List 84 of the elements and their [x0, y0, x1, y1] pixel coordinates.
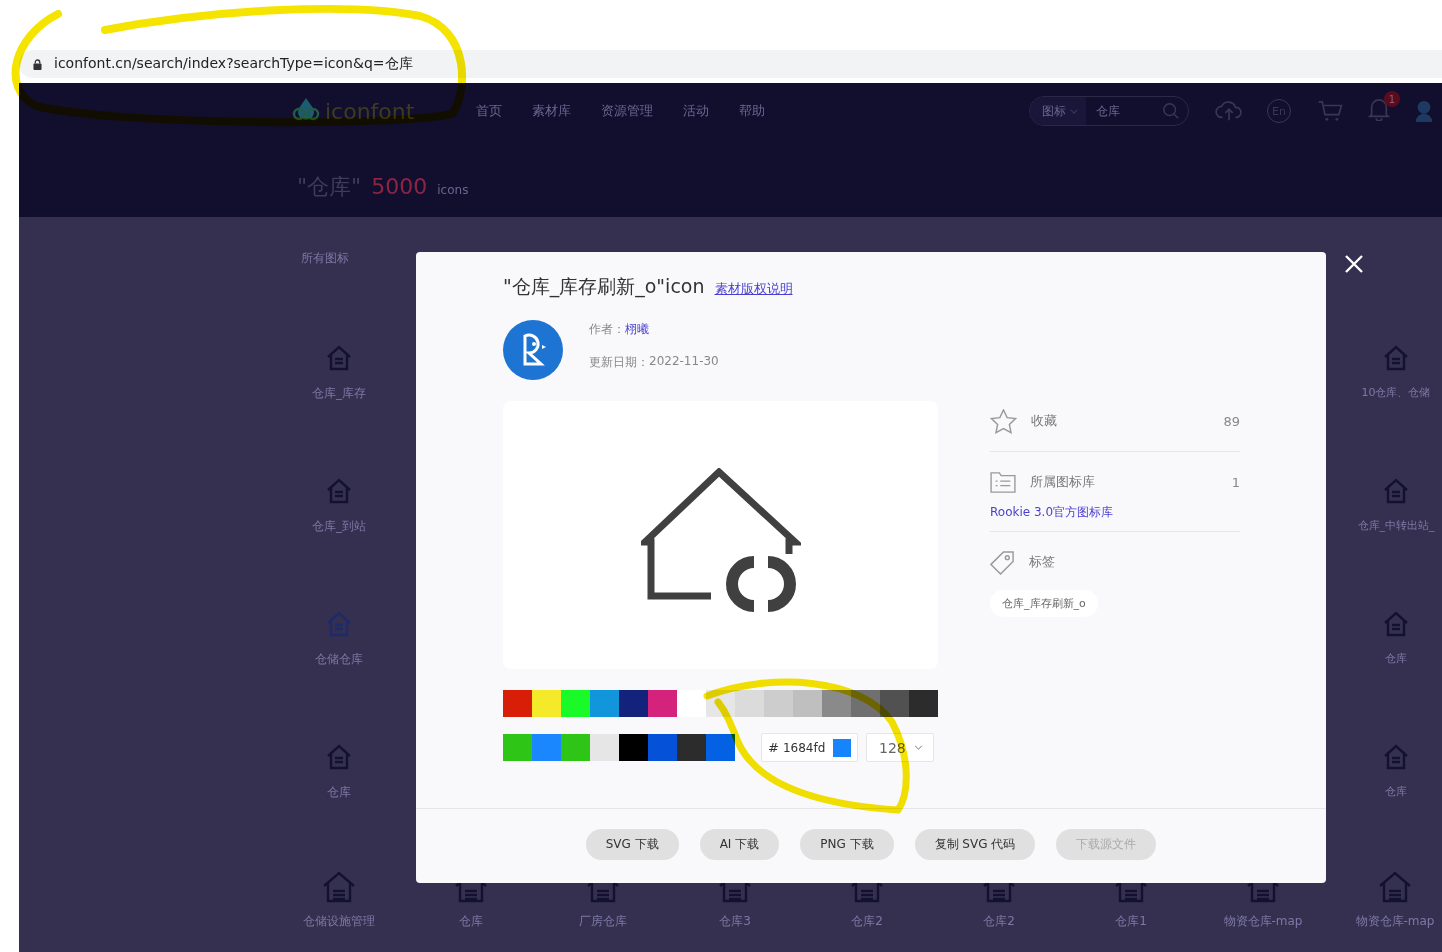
icon-label: 仓库2 [983, 913, 1015, 930]
icon-label: 仓库 [1385, 651, 1407, 666]
download-button[interactable]: 复制 SVG 代码 [914, 829, 1036, 860]
nav-link[interactable]: 帮助 [739, 102, 766, 120]
icon-label: 仓库1 [1115, 913, 1147, 930]
star-icon[interactable] [990, 408, 1017, 434]
color-swatch[interactable] [706, 734, 735, 761]
address-bar[interactable]: iconfont.cn/search/index?searchType=icon&q=仓库 [19, 50, 1442, 78]
color-swatch[interactable] [677, 690, 706, 717]
chevron-icon [1070, 108, 1078, 114]
nav-link[interactable]: 素材库 [532, 102, 572, 120]
icon-label: 仓库2 [851, 913, 883, 930]
author-label: 作者： [589, 321, 625, 338]
nav-link[interactable]: 资源管理 [601, 102, 654, 120]
download-button[interactable]: SVG 下载 [585, 829, 679, 860]
current-color[interactable] [833, 738, 851, 757]
download-button[interactable]: PNG 下载 [800, 829, 894, 860]
hash-sign: # [768, 740, 779, 755]
update-date: 2022-11-30 [649, 354, 719, 370]
color-swatch[interactable] [677, 734, 706, 761]
stat-count: 1 [1231, 474, 1240, 490]
tag-icon [990, 549, 1015, 575]
icon-label: 厂房仓库 [579, 913, 627, 930]
color-swatch[interactable] [561, 734, 590, 761]
icon-label: 仓库_到站 [312, 518, 366, 535]
icon-label: 仓库 [327, 784, 351, 801]
color-swatch[interactable] [619, 734, 648, 761]
nav-link[interactable]: 活动 [683, 102, 710, 120]
search-value: 仓库 [1095, 102, 1121, 120]
color-swatch[interactable] [648, 734, 677, 761]
search-icon[interactable] [1162, 102, 1180, 120]
color-swatch[interactable] [793, 690, 822, 717]
result-count: 5000 [371, 174, 428, 199]
tag-chip[interactable]: 仓库_库存刷新_o [990, 590, 1098, 617]
download-button[interactable]: AI 下载 [699, 829, 780, 860]
chevron-icon [914, 745, 923, 750]
result-unit: icons [437, 183, 469, 197]
color-swatch[interactable] [503, 690, 532, 717]
stat-count: 89 [1223, 413, 1240, 429]
icon-label: 10仓库、仓储 [1361, 385, 1431, 400]
color-swatch[interactable] [503, 734, 532, 761]
icon-label: 仓库_库存 [312, 385, 366, 402]
bird-logo-icon [503, 320, 563, 380]
color-swatch[interactable] [561, 690, 590, 717]
color-value: 1684fd [782, 740, 827, 755]
author-link[interactable]: 栩曦 [625, 321, 649, 338]
color-swatch[interactable] [590, 734, 619, 761]
color-swatch[interactable] [735, 690, 764, 717]
avatar-icon[interactable] [1414, 99, 1434, 123]
stat-label: 标签 [1029, 553, 1056, 571]
color-swatch[interactable] [909, 690, 938, 717]
stat-label: 所属图标库 [1030, 473, 1096, 491]
color-swatch[interactable] [532, 690, 561, 717]
color-swatch[interactable] [822, 690, 851, 717]
nav-link[interactable]: 首页 [476, 102, 503, 120]
icon-label: 仓库 [1385, 784, 1407, 799]
url-text: iconfont.cn/search/index?searchType=icon&q=仓库 [54, 55, 413, 73]
color-swatch[interactable] [619, 690, 648, 717]
color-swatch[interactable] [532, 734, 561, 761]
notification-badge: 1 [1384, 91, 1400, 107]
stat-label: 收藏 [1031, 412, 1058, 430]
icon-label: 仓库_中转出站_ [1357, 518, 1435, 533]
icon-filter-select[interactable]: 所有图标 [301, 251, 349, 265]
library-link[interactable]: Rookie 3.0官方图标库 [990, 504, 1240, 521]
folder-list-icon [990, 471, 1016, 493]
dialog-title: "仓库_库存刷新_o"icon [503, 274, 705, 300]
date-label: 更新日期： [589, 354, 649, 371]
lock-icon [33, 58, 42, 70]
icon-label: 仓储设施管理 [303, 913, 375, 930]
cart-icon[interactable] [1317, 100, 1344, 122]
copyright-link[interactable]: 素材版权说明 [714, 280, 793, 298]
search-type-select[interactable]: 图标 [1030, 97, 1086, 125]
cloud-upload-icon[interactable] [1215, 100, 1243, 122]
close-icon[interactable] [1344, 254, 1364, 274]
icon-label: 物资仓库-map [1355, 913, 1435, 930]
icon-label: 仓库 [459, 913, 483, 930]
color-swatch[interactable] [764, 690, 793, 717]
icon-label: 物资仓库-map [1223, 913, 1303, 930]
bell-icon[interactable] [1368, 97, 1390, 121]
color-field[interactable]: # 1684fd [761, 733, 858, 762]
icon-label: 仓储仓库 [315, 651, 363, 668]
icon-label: 仓库3 [719, 913, 751, 930]
color-swatch[interactable] [590, 690, 619, 717]
color-swatch[interactable] [648, 690, 677, 717]
